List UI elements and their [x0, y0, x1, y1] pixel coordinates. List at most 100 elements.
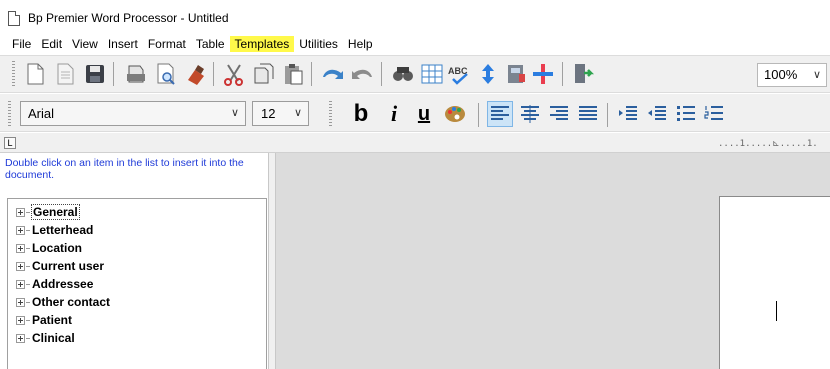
menu-table[interactable]: Table	[191, 36, 230, 52]
menu-format[interactable]: Format	[143, 36, 191, 52]
panel-splitter[interactable]	[268, 153, 276, 369]
ruler-bar	[0, 133, 830, 153]
font-size-select[interactable]: 12 ∨	[252, 101, 309, 126]
expand-icon[interactable]	[16, 261, 25, 271]
tree-item-location[interactable]: Location	[8, 239, 266, 257]
toolbar-separator	[562, 62, 563, 86]
font-select[interactable]: Arial ∨	[20, 101, 246, 126]
undo-icon[interactable]	[320, 61, 346, 87]
zoom-select[interactable]: 100% ∨	[757, 63, 827, 87]
bold-label: b	[353, 100, 369, 127]
ruler[interactable]: ....1.....⊾.....1.	[718, 139, 818, 149]
toolbar-separator	[381, 62, 382, 86]
tree-item-addressee[interactable]: Addressee	[8, 275, 266, 293]
tree-item-label: Letterhead	[32, 223, 94, 237]
toolbar-grip[interactable]	[8, 101, 11, 127]
menu-templates[interactable]: Templates	[229, 36, 295, 52]
menu-help[interactable]: Help	[343, 36, 378, 52]
copy-icon[interactable]	[250, 61, 276, 87]
expand-icon[interactable]	[16, 279, 25, 289]
tree-item-current-user[interactable]: Current user	[8, 257, 266, 275]
menu-utilities[interactable]: Utilities	[294, 36, 343, 52]
expand-icon[interactable]	[16, 243, 25, 253]
toolbar-separator	[113, 62, 114, 86]
tree-line	[26, 283, 30, 285]
italic-label: i	[390, 101, 398, 126]
chevron-down-icon: ∨	[812, 69, 821, 81]
toolbar-separator	[478, 103, 479, 127]
paste-icon[interactable]	[280, 61, 306, 87]
document-icon	[8, 11, 20, 26]
cut-icon[interactable]	[221, 61, 247, 87]
text-caret	[776, 301, 777, 321]
indent-button[interactable]	[615, 101, 641, 127]
menu-edit[interactable]: Edit	[36, 36, 67, 52]
print-icon[interactable]	[123, 61, 149, 87]
exit-icon[interactable]	[570, 61, 596, 87]
align-center-icon	[521, 105, 539, 123]
menu-view[interactable]: View	[67, 36, 103, 52]
menu-insert[interactable]: Insert	[103, 36, 143, 52]
tree-item-label: Current user	[32, 259, 105, 273]
window-title: Bp Premier Word Processor - Untitled	[28, 11, 229, 25]
expand-icon[interactable]	[16, 207, 25, 217]
font-size: 12	[261, 106, 276, 121]
align-center-button[interactable]	[517, 101, 543, 127]
tree-line	[26, 337, 30, 339]
bullet-list-icon	[677, 106, 695, 121]
tree-item-other-contact[interactable]: Other contact	[8, 293, 266, 311]
align-left-button[interactable]	[487, 101, 513, 127]
insert-table-icon[interactable]	[419, 61, 445, 87]
zoom-value: 100%	[764, 67, 798, 82]
tree-item-clinical[interactable]: Clinical	[8, 329, 266, 347]
save-icon[interactable]	[82, 61, 108, 87]
outdent-button[interactable]	[644, 101, 670, 127]
tree-line	[26, 247, 30, 249]
justify-button[interactable]	[575, 101, 601, 127]
new-document-icon[interactable]	[22, 61, 48, 87]
stamp-icon[interactable]	[183, 61, 209, 87]
expand-icon[interactable]	[16, 297, 25, 307]
archive-icon[interactable]	[503, 61, 529, 87]
align-right-icon	[550, 106, 568, 120]
tree-item-general[interactable]: General	[8, 203, 266, 221]
print-preview-icon[interactable]	[153, 61, 179, 87]
tree-item-label: General	[31, 204, 80, 220]
redo-icon[interactable]	[349, 61, 375, 87]
italic-button[interactable]: i	[382, 101, 406, 127]
color-palette-icon[interactable]	[442, 101, 468, 127]
toolbar-separator	[607, 103, 608, 127]
numbered-list-button[interactable]	[701, 101, 727, 127]
menu-file[interactable]: File	[7, 36, 36, 52]
tree-item-label: Other contact	[32, 295, 111, 309]
document-page[interactable]	[719, 196, 830, 369]
spell-check-icon[interactable]: ABC	[447, 61, 473, 87]
toolbar-grip[interactable]	[329, 101, 332, 127]
tab-stop-selector[interactable]: L	[4, 137, 16, 149]
help-text: Double click on an item in the list to i…	[5, 157, 244, 181]
title-bar: Bp Premier Word Processor - Untitled	[0, 0, 830, 34]
font-name: Arial	[28, 106, 55, 121]
bullet-list-button[interactable]	[673, 101, 699, 127]
tree-item-label: Patient	[32, 313, 73, 327]
bold-button[interactable]: b	[349, 100, 373, 127]
indent-icon	[619, 106, 637, 120]
justify-icon	[579, 106, 597, 120]
new-from-template-icon[interactable]	[52, 61, 78, 87]
underline-button[interactable]: u	[412, 101, 436, 127]
tree-item-label: Clinical	[32, 331, 75, 345]
sort-icon[interactable]	[475, 61, 501, 87]
expand-icon[interactable]	[16, 333, 25, 343]
field-tree[interactable]: General Letterhead Location Current user…	[7, 198, 267, 369]
tree-item-label: Addressee	[32, 277, 94, 291]
align-right-button[interactable]	[546, 101, 572, 127]
expand-icon[interactable]	[16, 225, 25, 235]
expand-icon[interactable]	[16, 315, 25, 325]
tree-line	[26, 301, 30, 303]
toolbar-grip[interactable]	[12, 61, 15, 87]
tree-item-patient[interactable]: Patient	[8, 311, 266, 329]
find-icon[interactable]	[390, 61, 416, 87]
tree-item-letterhead[interactable]: Letterhead	[8, 221, 266, 239]
chevron-down-icon: ∨	[230, 107, 239, 119]
insert-cross-icon[interactable]	[530, 61, 556, 87]
